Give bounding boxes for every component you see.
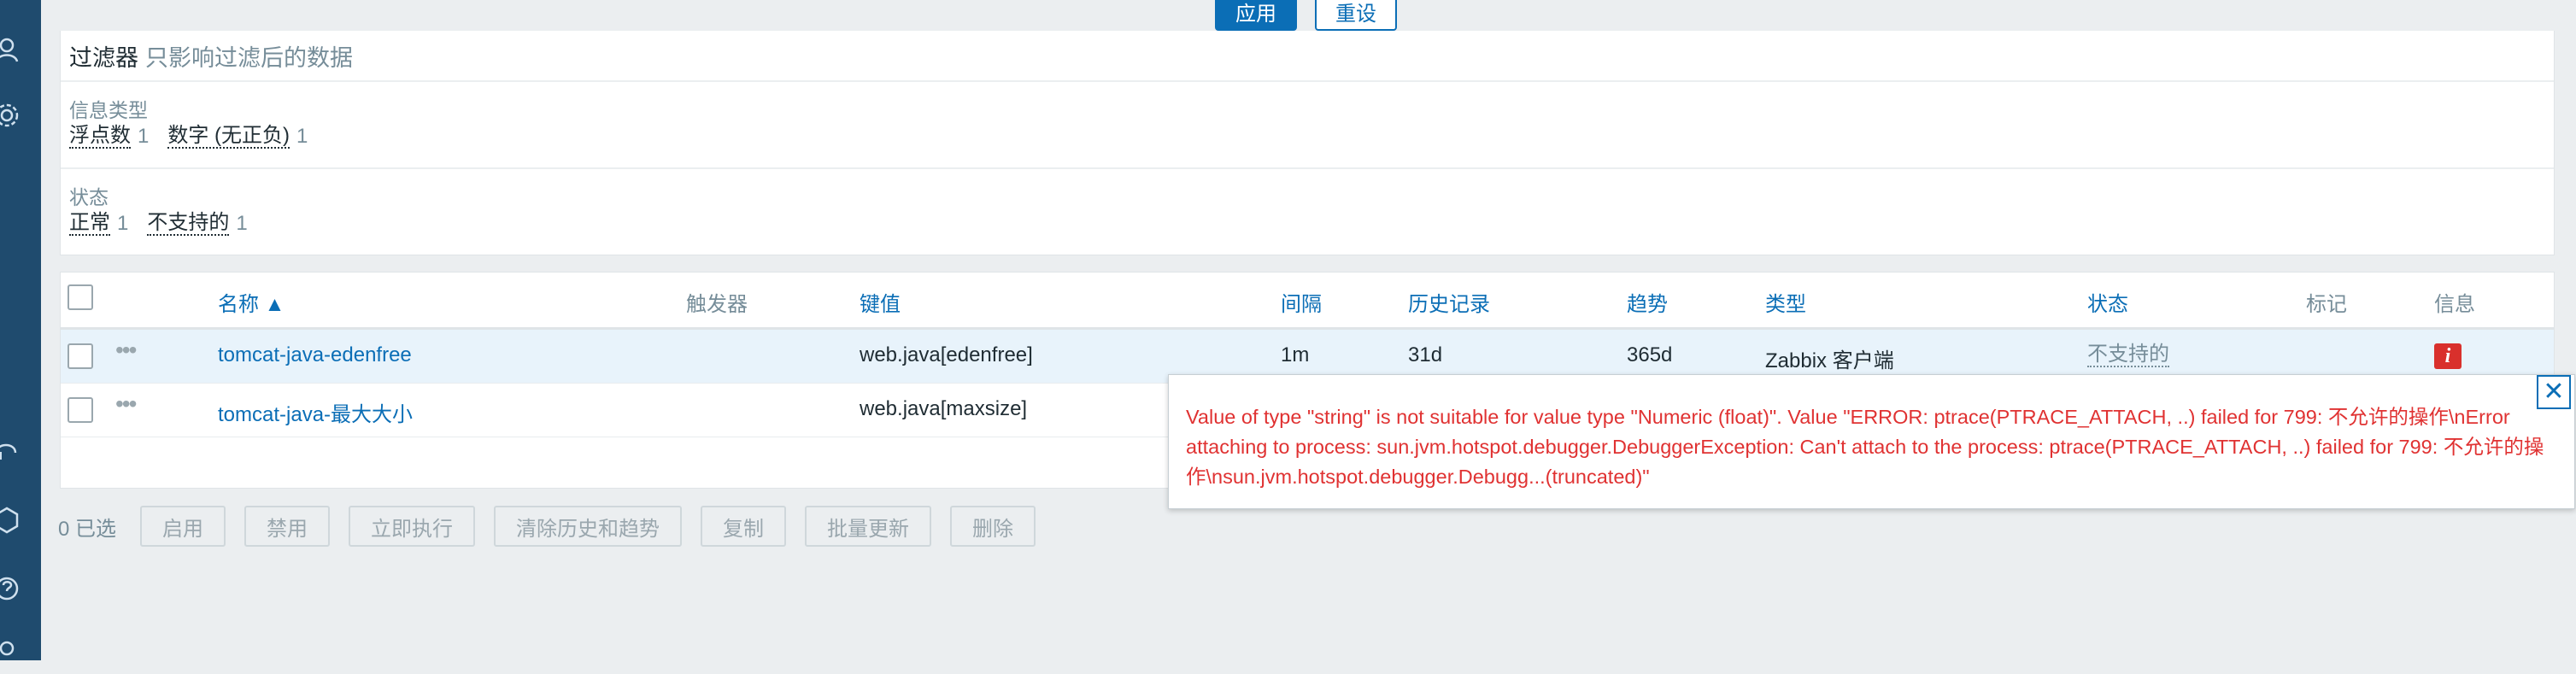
mass-action-bar: 0 已选 启用 禁用 立即执行 清除历史和趋势 复制 批量更新 删除 — [58, 505, 1054, 548]
row-checkbox[interactable] — [67, 397, 93, 423]
info-type-float-count: 1 — [138, 125, 150, 148]
item-history: 31d — [1408, 343, 1443, 366]
item-key: web.java[maxsize] — [860, 397, 1028, 420]
user-settings-icon[interactable] — [0, 639, 24, 668]
column-name-header[interactable]: 名称 ▲ — [218, 287, 285, 317]
column-key-header[interactable]: 键值 — [860, 287, 901, 317]
support-icon[interactable] — [0, 436, 24, 465]
column-interval-header[interactable]: 间隔 — [1281, 287, 1322, 317]
item-interval: 1m — [1281, 343, 1310, 366]
info-type-float-link[interactable]: 浮点数 — [69, 125, 131, 149]
disable-button[interactable]: 禁用 — [244, 506, 331, 547]
info-type-label: 信息类型 — [69, 99, 148, 121]
info-type-unsigned-count: 1 — [296, 125, 308, 148]
state-label: 状态 — [69, 186, 109, 208]
error-hint-popup: Value of type "string" is not suitable f… — [1168, 374, 2575, 509]
state-normal-link[interactable]: 正常 — [69, 212, 110, 236]
item-status[interactable]: 不支持的 — [2087, 343, 2169, 367]
divider — [61, 167, 2554, 169]
gear-icon[interactable] — [0, 101, 24, 130]
state-normal-count: 1 — [117, 212, 129, 235]
column-triggers-header: 触发器 — [686, 293, 748, 316]
filter-title: 过滤器 只影响过滤后的数据 — [69, 39, 353, 73]
integrations-icon[interactable] — [0, 506, 24, 535]
delete-button[interactable]: 删除 — [950, 506, 1036, 547]
reset-button[interactable]: 重设 — [1315, 0, 1397, 31]
item-name-link[interactable]: tomcat-java-edenfree — [218, 343, 412, 367]
item-type: Zabbix 客户端 — [1765, 349, 1894, 372]
column-tags-header: 标记 — [2306, 293, 2347, 316]
more-options-icon[interactable]: ••• — [115, 390, 137, 418]
filter-title-text: 过滤器 — [69, 45, 138, 71]
item-name-link[interactable]: tomcat-java-最大大小 — [218, 397, 413, 427]
column-history-header[interactable]: 历史记录 — [1408, 287, 1490, 317]
item-trends: 365d — [1627, 343, 1673, 366]
help-icon[interactable] — [0, 574, 24, 603]
copy-button[interactable]: 复制 — [701, 506, 787, 547]
users-icon[interactable] — [0, 36, 24, 65]
enable-button[interactable]: 启用 — [140, 506, 226, 547]
table-header: 名称 ▲ 触发器 键值 间隔 历史记录 趋势 类型 状态 标记 信息 — [61, 273, 2554, 330]
execute-now-button[interactable]: 立即执行 — [349, 506, 476, 547]
selected-count: 0 已选 — [58, 517, 117, 541]
select-all-checkbox[interactable] — [67, 284, 93, 310]
mass-update-button[interactable]: 批量更新 — [805, 506, 932, 547]
column-trends-header[interactable]: 趋势 — [1627, 287, 1668, 317]
more-options-icon[interactable]: ••• — [115, 337, 137, 364]
column-status-header[interactable]: 状态 — [2087, 287, 2128, 317]
sidebar — [0, 0, 41, 660]
clear-history-button[interactable]: 清除历史和趋势 — [494, 506, 683, 547]
info-type-unsigned-link[interactable]: 数字 (无正负) — [167, 125, 290, 149]
info-type-values: 浮点数 1 数字 (无正负) 1 — [69, 125, 326, 149]
close-popup-button[interactable]: ✕ — [2537, 375, 2571, 409]
state-unsupported-link[interactable]: 不支持的 — [147, 212, 230, 236]
error-info-icon[interactable]: i — [2434, 343, 2462, 369]
row-checkbox[interactable] — [67, 343, 93, 369]
apply-button[interactable]: 应用 — [1215, 0, 1297, 31]
error-message: Value of type "string" is not suitable f… — [1186, 406, 2544, 488]
column-type-header[interactable]: 类型 — [1765, 287, 1806, 317]
filter-results-panel: 过滤器 只影响过滤后的数据 信息类型 浮点数 1 数字 (无正负) 1 状态 正常… — [60, 31, 2555, 255]
state-values: 正常 1 不支持的 1 — [69, 212, 267, 236]
divider — [61, 80, 2554, 82]
item-key: web.java[edenfree] — [860, 343, 1033, 366]
filter-subtitle: 只影响过滤后的数据 — [145, 45, 353, 71]
state-unsupported-count: 1 — [236, 212, 248, 235]
column-info-header: 信息 — [2434, 293, 2475, 316]
